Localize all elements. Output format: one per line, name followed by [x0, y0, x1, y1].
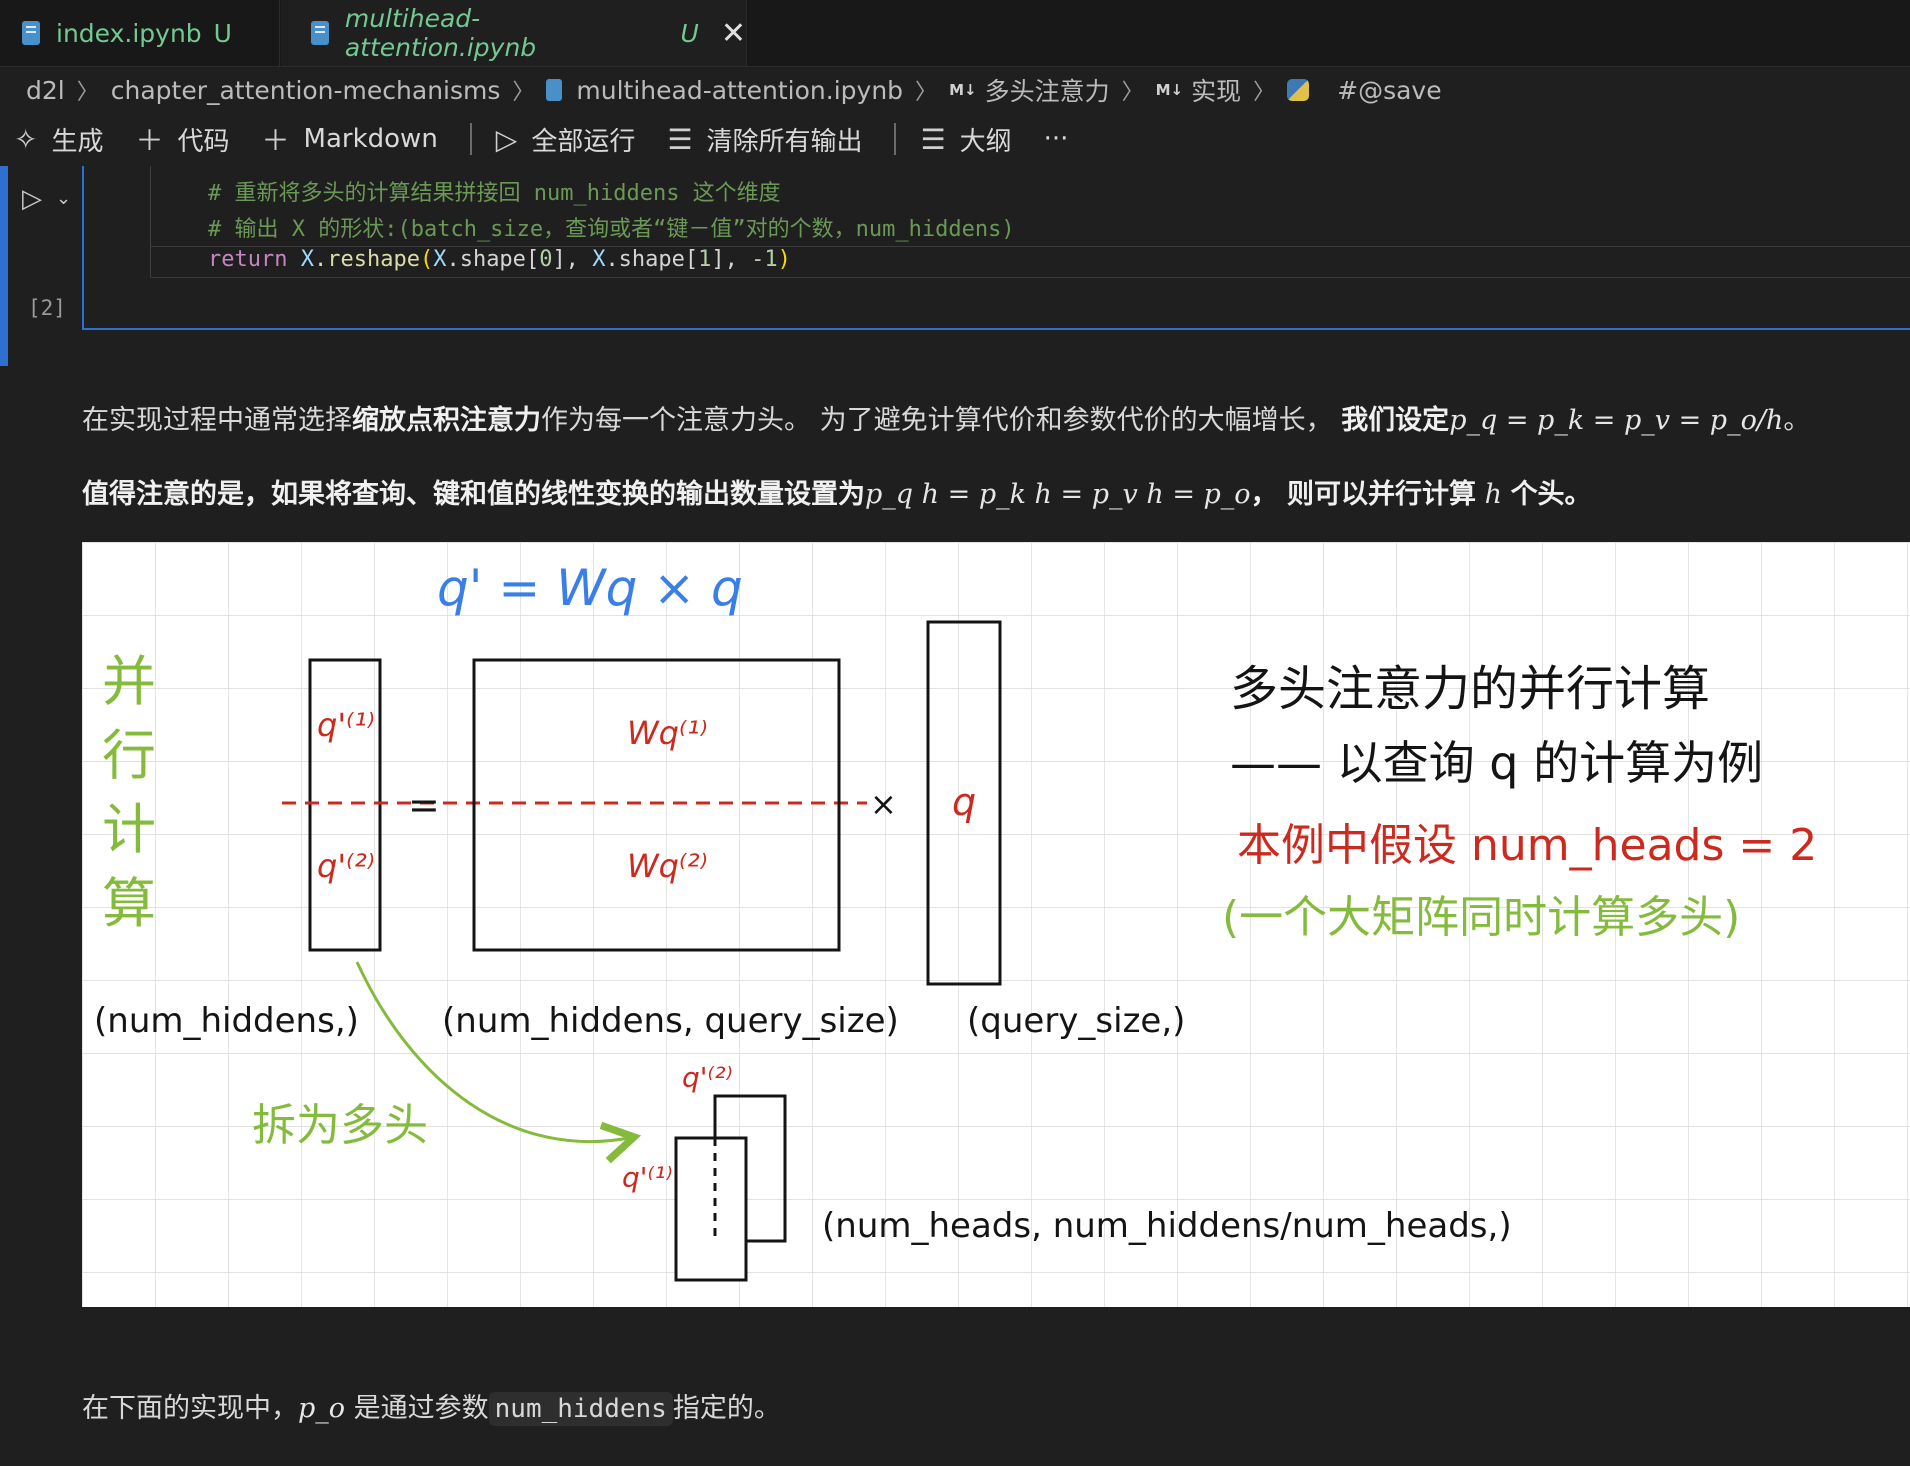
- vertical-label-char: 并: [102, 650, 156, 713]
- notebook-icon: [546, 79, 563, 101]
- multihead-diagram-image: q' = Wq × q 并 行 计 算 q'⁽¹⁾ q'⁽²⁾ = Wq⁽¹⁾ …: [82, 542, 1910, 1307]
- split-label: 拆为多头: [252, 1100, 428, 1151]
- divider: [894, 123, 897, 155]
- python-icon: [1287, 79, 1310, 101]
- tab-index-ipynb[interactable]: index.ipynb U: [0, 0, 280, 66]
- markdown-icon: M↓: [949, 81, 977, 99]
- add-markdown-button[interactable]: ＋ Markdown: [262, 119, 438, 159]
- code-line-return: return X.reshape(X.shape[0], X.shape[1],…: [208, 247, 791, 272]
- vertical-label-char: 行: [102, 724, 156, 787]
- code-comment: # 重新将多头的计算结果拼接回 num_hiddens 这个维度: [208, 181, 781, 206]
- q-label: q: [952, 780, 976, 824]
- shape-label: (num_hiddens,): [94, 1001, 359, 1041]
- chevron-right-icon: 〉: [1121, 80, 1144, 105]
- cell-focus-bar: [0, 166, 8, 366]
- run-all-button[interactable]: ▷ 全部运行: [496, 121, 636, 158]
- q1-label: q'⁽¹⁾: [317, 706, 375, 744]
- figure-title: 多头注意力的并行计算: [1230, 661, 1710, 717]
- tab-multihead-attention[interactable]: multihead-attention.ipynb U ✕: [281, 0, 747, 66]
- code-comment: # 输出 X 的形状:(batch_size，查询或者“键－值”对的个数，num…: [208, 217, 1015, 242]
- add-code-button[interactable]: ＋ 代码: [135, 119, 229, 159]
- head1-vector: [674, 1136, 748, 1282]
- figure-subtitle: —— 以查询 q 的计算为例: [1230, 736, 1763, 790]
- equals-sign: =: [408, 783, 440, 827]
- q2-label: q'⁽²⁾: [317, 847, 375, 885]
- more-actions-button[interactable]: ···: [1044, 124, 1069, 154]
- chevron-right-icon: 〉: [1253, 80, 1276, 105]
- chevron-right-icon: 〉: [512, 80, 535, 105]
- ellipsis-icon: ···: [1043, 124, 1069, 154]
- inline-code: num_hiddens: [488, 1392, 673, 1426]
- git-status-badge: U: [213, 18, 232, 48]
- breadcrumb-item[interactable]: 多头注意力: [985, 72, 1110, 108]
- shape-label: (num_hiddens, query_size): [442, 1001, 899, 1041]
- notebook-toolbar: ✧ 生成 ＋ 代码 ＋ Markdown ▷ 全部运行 ☰ 清除所有输出 ☰ 大…: [14, 116, 1100, 162]
- head1-label: q'⁽¹⁾: [622, 1161, 672, 1194]
- clear-outputs-button[interactable]: ☰ 清除所有输出: [667, 121, 862, 158]
- vertical-label-char: 计: [102, 798, 156, 861]
- outline-button[interactable]: ☰ 大纲: [920, 121, 1011, 158]
- vertical-label-char: 算: [102, 872, 156, 935]
- num-heads-note: 本例中假设 num_heads = 2: [1237, 820, 1817, 871]
- breadcrumb: d2l 〉 chapter_attention-mechanisms 〉 mul…: [26, 70, 1442, 110]
- head2-label: q'⁽²⁾: [682, 1061, 732, 1094]
- chevron-right-icon: 〉: [915, 80, 938, 105]
- tab-label: multihead-attention.ipynb: [344, 4, 537, 62]
- markdown-icon: M↓: [1155, 81, 1184, 99]
- tab-label: index.ipynb: [56, 18, 202, 48]
- generate-button[interactable]: ✧ 生成: [14, 121, 103, 158]
- notebook-icon: [311, 21, 329, 45]
- w2-label: Wq⁽²⁾: [627, 847, 708, 885]
- play-icon: ▷: [495, 122, 518, 156]
- chevron-right-icon: 〉: [76, 80, 99, 105]
- equation-label: q' = Wq × q: [437, 559, 743, 617]
- list-icon: ☰: [920, 122, 946, 156]
- shape-label: (num_heads, num_hiddens/num_heads,): [822, 1206, 1512, 1246]
- notebook-icon: [22, 21, 40, 45]
- sparkle-icon: ✧: [14, 122, 38, 156]
- markdown-paragraph: 在下面的实现中，p_o 是通过参数 num_hiddens 指定的。: [82, 1392, 781, 1426]
- times-sign: ×: [870, 785, 897, 823]
- breadcrumb-item[interactable]: chapter_attention-mechanisms: [111, 76, 501, 105]
- execution-count: [2]: [28, 296, 66, 320]
- run-cell-icon[interactable]: ▷: [22, 184, 42, 214]
- breadcrumb-item[interactable]: d2l: [26, 76, 65, 105]
- divider: [469, 123, 472, 155]
- breadcrumb-item[interactable]: #@save: [1337, 76, 1441, 105]
- markdown-paragraph: 在实现过程中通常选择缩放点积注意力作为每一个注意力头。 为了避免计算代价和参数代…: [82, 405, 1811, 436]
- plus-icon: ＋: [135, 124, 164, 157]
- breadcrumb-item[interactable]: 实现: [1191, 72, 1241, 108]
- chevron-down-icon[interactable]: ⌄: [56, 188, 71, 209]
- git-status-badge: U: [680, 18, 699, 48]
- parallel-note: (一个大矩阵同时计算多头): [1222, 892, 1740, 943]
- shape-label: (query_size,): [967, 1001, 1185, 1041]
- close-icon[interactable]: ✕: [721, 16, 746, 51]
- tab-bar: index.ipynb U multihead-attention.ipynb …: [0, 0, 1910, 67]
- plus-icon: ＋: [261, 124, 290, 157]
- markdown-paragraph: 值得注意的是，如果将查询、键和值的线性变换的输出数量设置为p_q h = p_k…: [82, 479, 1592, 510]
- clear-all-icon: ☰: [667, 122, 693, 156]
- w1-label: Wq⁽¹⁾: [627, 714, 708, 752]
- breadcrumb-item[interactable]: multihead-attention.ipynb: [576, 76, 903, 105]
